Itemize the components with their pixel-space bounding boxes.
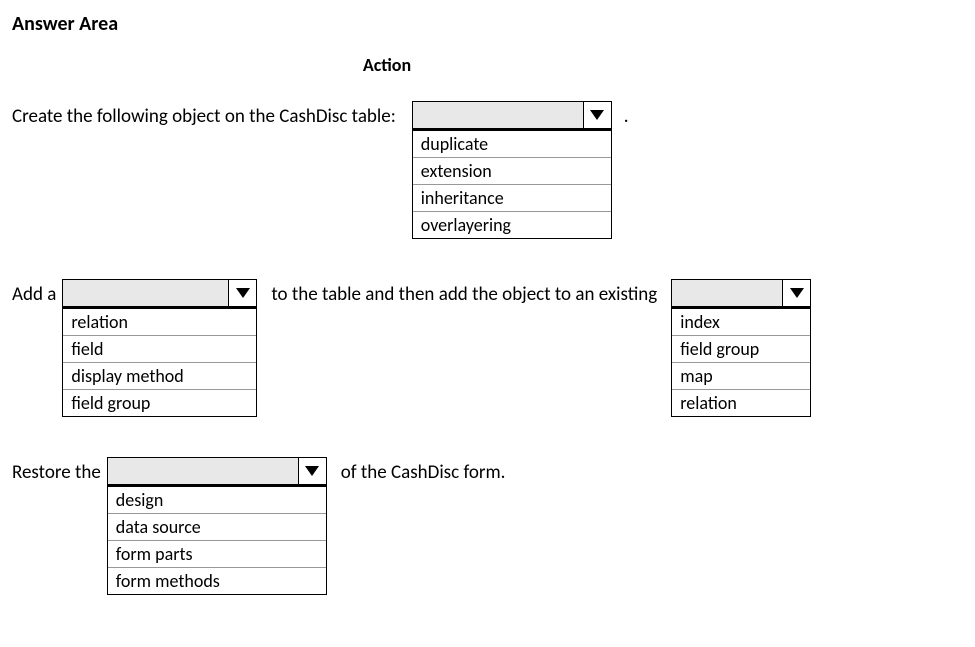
dropdown-object-type: duplicate extension inheritance overlaye…: [412, 101, 612, 239]
dropdown-option[interactable]: relation: [672, 390, 810, 416]
dropdown-option[interactable]: field group: [672, 336, 810, 363]
chevron-down-icon[interactable]: [782, 280, 810, 306]
chevron-down-icon[interactable]: [228, 280, 256, 306]
dropdown-add-item-select[interactable]: [62, 279, 257, 307]
row2-text2: to the table and then add the object to …: [271, 279, 657, 306]
dropdown-object-type-options: duplicate extension inheritance overlaye…: [412, 129, 612, 239]
row2-text1: Add a: [12, 279, 56, 306]
dropdown-option[interactable]: form methods: [108, 568, 326, 594]
dropdown-option[interactable]: form parts: [108, 541, 326, 568]
dropdown-option[interactable]: field: [63, 336, 256, 363]
dropdown-object-type-value: [413, 102, 583, 128]
dropdown-option[interactable]: extension: [413, 158, 611, 185]
dropdown-option[interactable]: map: [672, 363, 810, 390]
dropdown-option[interactable]: field group: [63, 390, 256, 416]
dropdown-add-item-options: relation field display method field grou…: [62, 307, 257, 417]
question-row-2: Add a relation field display method fiel…: [12, 279, 963, 417]
dropdown-option[interactable]: design: [108, 487, 326, 514]
dropdown-option[interactable]: relation: [63, 309, 256, 336]
chevron-down-icon[interactable]: [298, 458, 326, 484]
dropdown-add-item-value: [63, 280, 228, 306]
dropdown-existing-target-value: [672, 280, 782, 306]
row3-text1: Restore the: [12, 457, 101, 484]
dropdown-option[interactable]: data source: [108, 514, 326, 541]
dropdown-option[interactable]: index: [672, 309, 810, 336]
dropdown-existing-target-options: index field group map relation: [671, 307, 811, 417]
dropdown-restore-target-select[interactable]: [107, 457, 327, 485]
dropdown-object-type-select[interactable]: [412, 101, 612, 129]
row1-text-before: Create the following object on the CashD…: [12, 101, 396, 128]
dropdown-restore-target-value: [108, 458, 298, 484]
dropdown-add-item: relation field display method field grou…: [62, 279, 257, 417]
row3-text2: of the CashDisc form.: [341, 457, 506, 484]
action-column-header: Action: [312, 54, 462, 76]
dropdown-existing-target-select[interactable]: [671, 279, 811, 307]
dropdown-restore-target: design data source form parts form metho…: [107, 457, 327, 595]
dropdown-option[interactable]: overlayering: [413, 212, 611, 238]
dropdown-option[interactable]: inheritance: [413, 185, 611, 212]
dropdown-option[interactable]: duplicate: [413, 131, 611, 158]
question-row-1: Create the following object on the CashD…: [12, 101, 963, 239]
dropdown-existing-target: index field group map relation: [671, 279, 811, 417]
question-row-3: Restore the design data source form part…: [12, 457, 963, 595]
chevron-down-icon[interactable]: [583, 102, 611, 128]
row1-text-after: .: [618, 101, 629, 128]
answer-area-title: Answer Area: [12, 12, 963, 36]
dropdown-option[interactable]: display method: [63, 363, 256, 390]
